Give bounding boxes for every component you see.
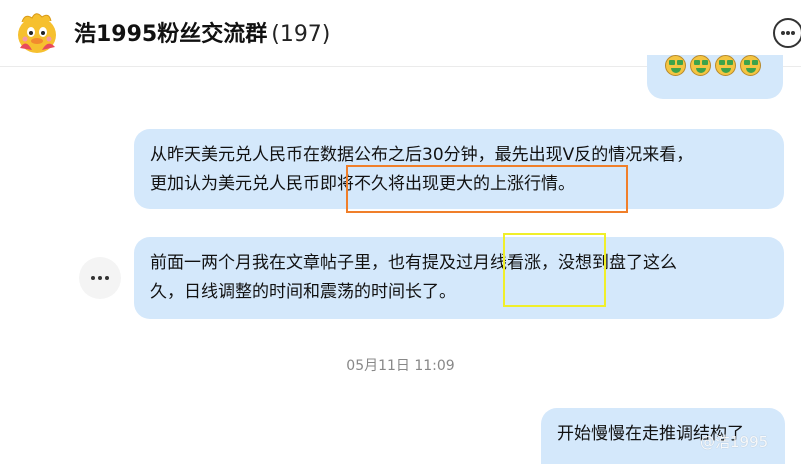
- more-dot: [781, 31, 785, 35]
- more-dot: [791, 31, 795, 35]
- orange-highlight-box: [346, 165, 628, 213]
- group-name: 浩1995粉丝交流群: [74, 22, 268, 47]
- yellow-highlight-box: [503, 233, 606, 307]
- emoji-message-bubble[interactable]: [647, 55, 783, 99]
- money-face-emoji-icon: [715, 55, 736, 76]
- watermark: @浩1995: [700, 433, 769, 451]
- group-avatar[interactable]: [12, 8, 62, 58]
- emoji-row: [665, 55, 761, 77]
- message-list[interactable]: 从昨天美元兑人民币在数据公布之后30分钟，最先出现V反的情况来看， 更加认为美元…: [0, 55, 801, 475]
- money-face-emoji-icon: [740, 55, 761, 76]
- chat-title: 浩1995粉丝交流群 (197): [74, 16, 330, 48]
- message-text-line: 前面一两个月我在文章帖子里，也有提及过月线看涨，没想到盘了这么: [150, 253, 677, 273]
- message-actions-icon[interactable]: [79, 257, 121, 299]
- member-count: (197): [271, 22, 331, 47]
- message-timestamp: 05月11日 11:09: [346, 358, 455, 374]
- message-bubble[interactable]: 前面一两个月我在文章帖子里，也有提及过月线看涨，没想到盘了这么 久，日线调整的时…: [134, 237, 784, 319]
- money-face-emoji-icon: [690, 55, 711, 76]
- more-dot: [786, 31, 790, 35]
- money-face-emoji-icon: [665, 55, 686, 76]
- message-text-line: 久，日线调整的时间和震荡的时间长了。: [150, 282, 456, 302]
- more-options-icon[interactable]: [773, 18, 801, 48]
